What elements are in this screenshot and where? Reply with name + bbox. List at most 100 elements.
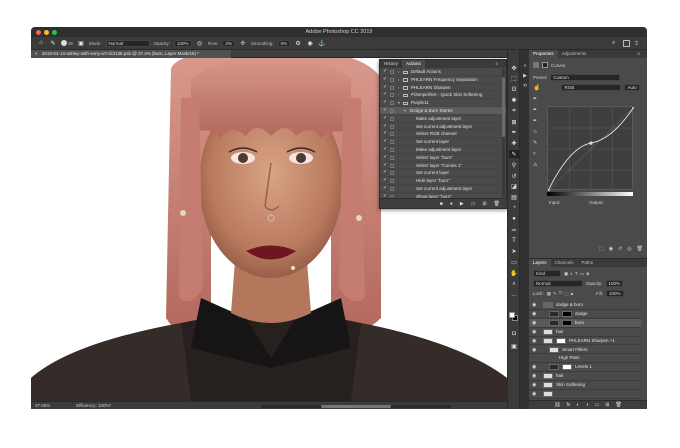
dialog-toggle[interactable] [390, 132, 394, 137]
visibility-eye-icon[interactable]: ◉ [532, 373, 536, 379]
layer-row[interactable]: ◉ PHLEARN Sharpen +1 [529, 337, 641, 346]
visibility-eye-icon[interactable]: ◉ [532, 391, 536, 397]
foreground-color-swatch[interactable] [509, 312, 515, 318]
curve-control-point[interactable] [546, 189, 550, 193]
dialog-toggle[interactable] [390, 171, 394, 176]
reset-icon[interactable]: ↺ [618, 246, 622, 254]
action-row[interactable]: ✓ Hide layer "burn" [380, 177, 506, 185]
record-icon[interactable]: ● [450, 201, 453, 207]
new-action-icon[interactable]: ⊞ [482, 201, 486, 207]
collapsed-chevron-icon[interactable]: › [398, 76, 399, 84]
type-tool-icon[interactable]: T [509, 237, 519, 245]
tab-channels[interactable]: Channels [551, 259, 578, 267]
visibility-eye-icon[interactable]: ◉ [532, 320, 536, 326]
brush-tool-icon[interactable]: ✎ [509, 150, 519, 159]
smooth-curve-icon[interactable]: ≈ [533, 151, 537, 157]
action-enabled-check[interactable]: ✓ [383, 146, 389, 154]
properties-menu-icon[interactable]: ≡ [633, 50, 644, 58]
layer-mask-thumbnail[interactable] [562, 319, 572, 326]
frame-tool-icon[interactable]: ⊠ [509, 118, 519, 126]
dialog-toggle[interactable] [390, 124, 394, 129]
tab-actions[interactable]: Actions [402, 60, 425, 68]
lock-icons[interactable]: ▦✎⤧⬚🔒︎ [547, 291, 575, 297]
efficiency-readout[interactable]: Efficiency: 100%* [76, 402, 111, 409]
scrollbar-thumb[interactable] [321, 404, 391, 408]
clone-stamp-tool-icon[interactable]: ⚲ [509, 161, 519, 169]
action-row[interactable]: ✓ ▾ Dodge & Burn Starter [380, 106, 506, 115]
action-row[interactable]: ✓ › PiXimperfect - Quick Skin Softening [380, 91, 506, 100]
marquee-tool-icon[interactable]: ⬚ [509, 75, 519, 83]
dialog-toggle[interactable] [390, 101, 394, 106]
add-mask-icon[interactable]: ◐ [576, 402, 579, 408]
action-row[interactable]: ✓ Set current layer [380, 138, 506, 146]
layer-row[interactable]: ◉ Levels 1 [529, 363, 641, 373]
layer-row[interactable]: ◉ hair [529, 372, 641, 382]
layer-row[interactable]: High Pass [529, 354, 641, 364]
pen-tool-icon[interactable]: ✑ [509, 226, 519, 234]
dialog-toggle[interactable] [390, 108, 394, 113]
tab-adjustments[interactable]: Adjustments [558, 50, 591, 58]
dialog-toggle[interactable] [390, 179, 394, 184]
brush-tool-icon[interactable]: ✎ [49, 39, 57, 47]
flow-field[interactable]: 3% [222, 39, 235, 47]
hand-tool-icon[interactable]: ✋ [509, 269, 519, 277]
link-layers-icon[interactable]: ⛓ [554, 402, 560, 408]
pressure-size-icon[interactable]: ◉ [306, 39, 314, 47]
document-tab[interactable]: × 2019-04-13-ashley-with-sony-a7r-iii313… [31, 50, 231, 58]
action-enabled-check[interactable]: ✓ [383, 76, 389, 84]
quick-select-tool-icon[interactable]: ✺ [509, 96, 519, 104]
visibility-eye-icon[interactable]: ◉ [532, 347, 536, 353]
action-enabled-check[interactable]: ✓ [383, 68, 389, 76]
action-row[interactable]: ✓ Set current adjustment layer [380, 123, 506, 131]
layer-row[interactable]: ◉ Skin Softening [529, 381, 641, 390]
action-enabled-check[interactable]: ✓ [383, 177, 389, 185]
smoothing-field[interactable]: 0% [277, 39, 291, 47]
expanded-chevron-icon[interactable]: ▾ [404, 107, 406, 115]
share-icon[interactable]: ⇪ [634, 40, 641, 47]
view-previous-icon[interactable]: ◉ [609, 246, 613, 254]
home-icon[interactable]: ⌂ [37, 39, 45, 47]
gradient-tool-icon[interactable]: ▤ [509, 194, 519, 202]
draw-curve-icon[interactable]: ✎ [533, 140, 537, 146]
action-enabled-check[interactable]: ✓ [383, 115, 389, 123]
action-enabled-check[interactable]: ✓ [383, 107, 389, 115]
new-layer-icon[interactable]: ⊞ [605, 402, 609, 408]
dialog-toggle[interactable] [390, 147, 394, 152]
action-enabled-check[interactable]: ✓ [383, 185, 389, 193]
history-panel-icon[interactable]: ⟲ [521, 82, 529, 90]
eraser-tool-icon[interactable]: ◪ [509, 183, 519, 191]
delete-icon[interactable]: 🗑︎ [494, 201, 500, 207]
filter-icons[interactable]: ▣◐T▭◈ [564, 271, 591, 277]
action-row[interactable]: ✓ Select layer "Curves 1" [380, 162, 506, 170]
quick-mask-icon[interactable]: ◘ [509, 330, 519, 338]
visibility-eye-icon[interactable]: ◉ [532, 302, 536, 308]
auto-button[interactable]: Auto [624, 84, 640, 91]
sample-black-icon[interactable]: ✒ [533, 96, 537, 102]
action-row[interactable]: ✓ Make adjustment layer [380, 115, 506, 123]
action-row[interactable]: ✓ › Default Actions [380, 68, 506, 76]
search-icon[interactable]: ⌕ [612, 40, 619, 47]
dialog-toggle[interactable] [390, 155, 394, 160]
new-adjustment-icon[interactable]: ◑ [585, 402, 588, 408]
close-tab-icon[interactable]: × [35, 51, 38, 56]
blend-mode-dropdown[interactable]: Normal [533, 280, 583, 287]
dialog-toggle[interactable] [390, 163, 394, 168]
brush-settings-icon[interactable]: ▣ [77, 39, 85, 47]
channel-dropdown[interactable]: RGB [561, 84, 622, 91]
dialog-toggle[interactable] [390, 93, 394, 98]
action-enabled-check[interactable]: ✓ [383, 91, 389, 99]
delete-layer-icon[interactable]: 🗑︎ [615, 402, 621, 408]
action-row[interactable]: ✓ Set current adjustment layer [380, 185, 506, 193]
tab-history[interactable]: History [380, 60, 402, 68]
action-row[interactable]: ✓ Make adjustment layer [380, 146, 506, 154]
collapse-panels-icon[interactable]: « [521, 62, 529, 70]
edit-points-icon[interactable]: ∿ [533, 129, 537, 135]
screen-mode-icon[interactable]: ▣ [509, 342, 519, 350]
new-set-icon[interactable]: ▭ [471, 201, 476, 207]
path-select-tool-icon[interactable]: ➤ [509, 248, 519, 256]
dialog-toggle[interactable] [390, 186, 394, 191]
fx-icon[interactable]: fx [567, 402, 571, 408]
layer-row[interactable]: ◉ hair [529, 328, 641, 337]
sample-white-icon[interactable]: ✒ [533, 118, 537, 124]
target-adjust-icon[interactable]: ☝ [533, 84, 540, 91]
